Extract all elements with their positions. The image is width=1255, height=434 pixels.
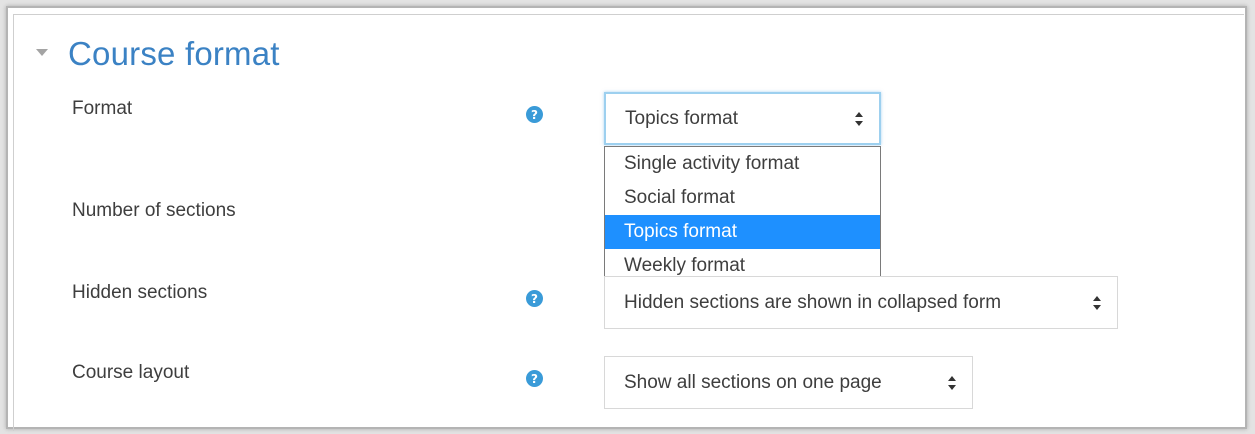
number-of-sections-label: Number of sections — [72, 200, 236, 221]
course-layout-select[interactable]: Show all sections on one page — [604, 356, 973, 409]
select-caret-icon — [948, 375, 956, 390]
hidden-sections-select-value: Hidden sections are shown in collapsed f… — [624, 291, 1002, 313]
course-layout-label: Course layout — [72, 362, 190, 383]
format-label: Format — [72, 98, 133, 119]
format-option-topics[interactable]: Topics format — [605, 215, 880, 249]
format-select-value: Topics format — [625, 107, 738, 129]
format-select[interactable]: Topics format — [604, 92, 881, 145]
format-option-social[interactable]: Social format — [605, 181, 880, 215]
select-caret-icon — [855, 111, 863, 126]
hidden-sections-help-icon[interactable]: ? — [526, 290, 543, 307]
format-option-single-activity[interactable]: Single activity format — [605, 147, 880, 181]
course-format-section-toggle[interactable]: Course format — [36, 30, 280, 78]
format-help-icon[interactable]: ? — [526, 106, 543, 123]
select-caret-icon — [1093, 295, 1101, 310]
hidden-sections-label: Hidden sections — [72, 282, 208, 303]
course-layout-help-icon[interactable]: ? — [526, 370, 543, 387]
course-layout-select-value: Show all sections on one page — [624, 371, 882, 393]
collapse-caret-icon[interactable] — [36, 48, 48, 56]
format-dropdown-list[interactable]: Single activity format Social format Top… — [604, 146, 881, 284]
hidden-sections-select[interactable]: Hidden sections are shown in collapsed f… — [604, 276, 1118, 329]
section-title: Course format — [68, 35, 280, 72]
